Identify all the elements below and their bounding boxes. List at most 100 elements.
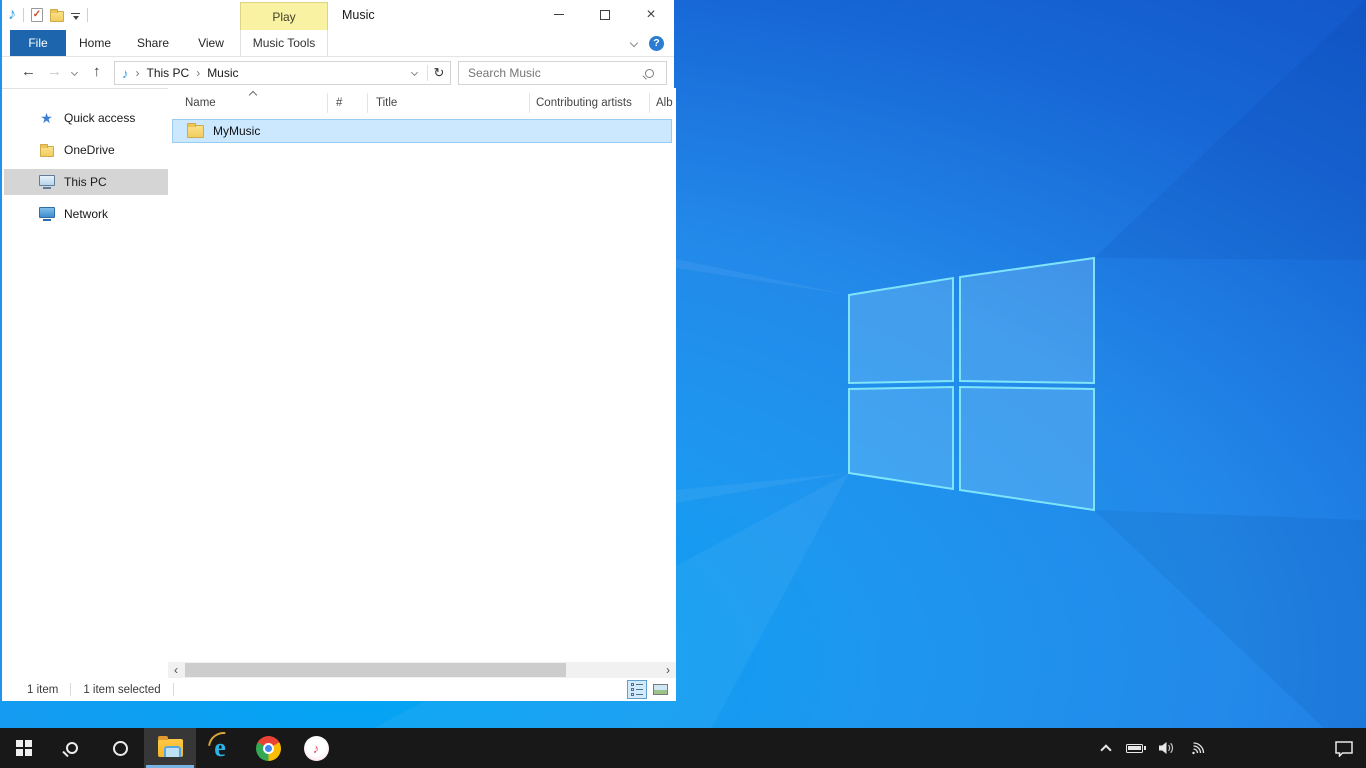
file-list: Name # Title Contributing artists Alb My… [168,88,676,662]
quick-access-star-icon: ★ [40,111,53,125]
window-title: Music [342,8,375,22]
refresh-icon[interactable]: ↻ [428,65,450,81]
cortana-circle-icon [113,741,128,756]
sidebar-item-quick-access[interactable]: ★ Quick access [4,105,168,131]
taskbar-chrome-button[interactable] [244,728,292,768]
scroll-right-icon[interactable]: › [660,662,676,678]
new-folder-button[interactable] [50,11,64,22]
customize-qat-button[interactable] [71,11,80,20]
recent-locations-icon[interactable] [71,69,78,76]
quick-access-toolbar: ♪ ✓ [8,0,88,30]
details-view-button[interactable] [627,680,647,699]
maximize-button[interactable] [582,0,628,29]
scrollbar-thumb[interactable] [185,663,566,677]
tab-share[interactable]: Share [124,30,182,56]
horizontal-scrollbar[interactable]: ‹ › [168,662,676,678]
ribbon-group-play[interactable]: Play [240,2,328,30]
sidebar-item-onedrive[interactable]: OneDrive [4,137,168,163]
details-view-icon [631,683,643,696]
column-divider[interactable] [327,93,328,113]
wifi-icon[interactable] [1190,741,1207,756]
cortana-button[interactable] [96,728,144,768]
up-button[interactable]: ↑ [93,63,101,81]
scrollbar-track[interactable] [184,662,660,678]
battery-icon[interactable] [1126,744,1143,753]
item-count: 1 item [27,684,58,696]
start-button[interactable] [0,728,48,768]
taskbar-file-explorer-button[interactable] [144,728,196,768]
address-bar-row: ← → ↑ ♪ › This PC › Music ↻ [2,57,674,89]
address-dropdown-icon[interactable] [411,68,418,75]
sidebar-item-network[interactable]: Network [4,201,168,227]
taskbar-internet-explorer-button[interactable]: e [196,728,244,768]
sidebar-item-label: This PC [64,175,107,189]
help-icon[interactable]: ? [649,36,664,51]
navigation-pane: ★ Quick access OneDrive This PC Network [4,89,168,678]
expand-ribbon-icon[interactable] [630,39,638,47]
search-icon [66,742,78,754]
volume-icon[interactable] [1158,740,1176,756]
ribbon-right-controls: ? [631,30,664,56]
sidebar-item-label: Quick access [64,111,135,125]
taskbar-itunes-button[interactable]: ♪ [292,728,340,768]
action-center-icon[interactable] [1334,740,1354,757]
properties-button[interactable]: ✓ [31,8,43,22]
sidebar-item-this-pc[interactable]: This PC [4,169,168,195]
column-divider[interactable] [649,93,650,113]
sidebar-item-label: Network [64,207,108,221]
divider [87,8,88,22]
itunes-icon: ♪ [304,736,329,761]
tab-music-tools[interactable]: Music Tools [240,30,328,56]
windows-logo-icon [16,740,32,756]
minimize-icon [554,14,564,15]
internet-explorer-icon: e [214,735,226,761]
column-header-album[interactable]: Alb [656,97,673,109]
sidebar-item-label: OneDrive [64,143,115,157]
tab-home[interactable]: Home [66,30,124,56]
taskbar-search-button[interactable] [48,728,96,768]
show-hidden-icons-button[interactable] [1100,744,1111,755]
column-divider[interactable] [529,93,530,113]
app-music-icon: ♪ [8,7,16,23]
folder-icon [187,125,204,138]
network-monitor-icon [39,207,55,218]
sort-ascending-icon [249,91,257,99]
scroll-left-icon[interactable]: ‹ [168,662,184,678]
column-divider[interactable] [367,93,368,113]
file-row-mymusic[interactable]: MyMusic [172,119,672,143]
maximize-icon [600,10,610,20]
ribbon-tabs: File Home Share View Music Tools ? [2,30,674,57]
breadcrumb-music[interactable]: Music [207,66,238,80]
close-button[interactable]: × [628,0,674,29]
chrome-icon [256,736,281,761]
column-header-name[interactable]: Name [185,97,216,109]
status-bar: 1 item 1 item selected [4,678,676,701]
thumbnails-view-icon [653,684,668,695]
view-toggles [627,680,670,699]
titlebar: ♪ ✓ Play Music × [2,0,674,30]
close-icon: × [646,7,655,23]
address-bar[interactable]: ♪ › This PC › Music ↻ [114,61,451,85]
back-button[interactable]: ← [21,63,36,81]
window-controls: × [536,0,674,30]
breadcrumb-this-pc[interactable]: This PC [147,66,190,80]
tab-file[interactable]: File [10,30,66,56]
file-explorer-icon [158,739,183,757]
column-header-contributing-artists[interactable]: Contributing artists [536,97,632,109]
divider [70,683,71,696]
divider [23,8,24,22]
search-icon [645,69,654,78]
check-icon: ✓ [33,10,41,20]
search-box [458,61,667,85]
thumbnails-view-button[interactable] [650,680,670,699]
column-header-title[interactable]: Title [376,97,397,109]
forward-button[interactable]: → [47,63,62,81]
minimize-button[interactable] [536,0,582,29]
system-tray [1102,728,1366,768]
search-input[interactable] [459,66,645,80]
divider [173,683,174,696]
column-header-number[interactable]: # [336,97,342,109]
column-headers: Name # Title Contributing artists Alb [168,88,676,117]
selection-count: 1 item selected [83,684,160,696]
tab-view[interactable]: View [182,30,240,56]
